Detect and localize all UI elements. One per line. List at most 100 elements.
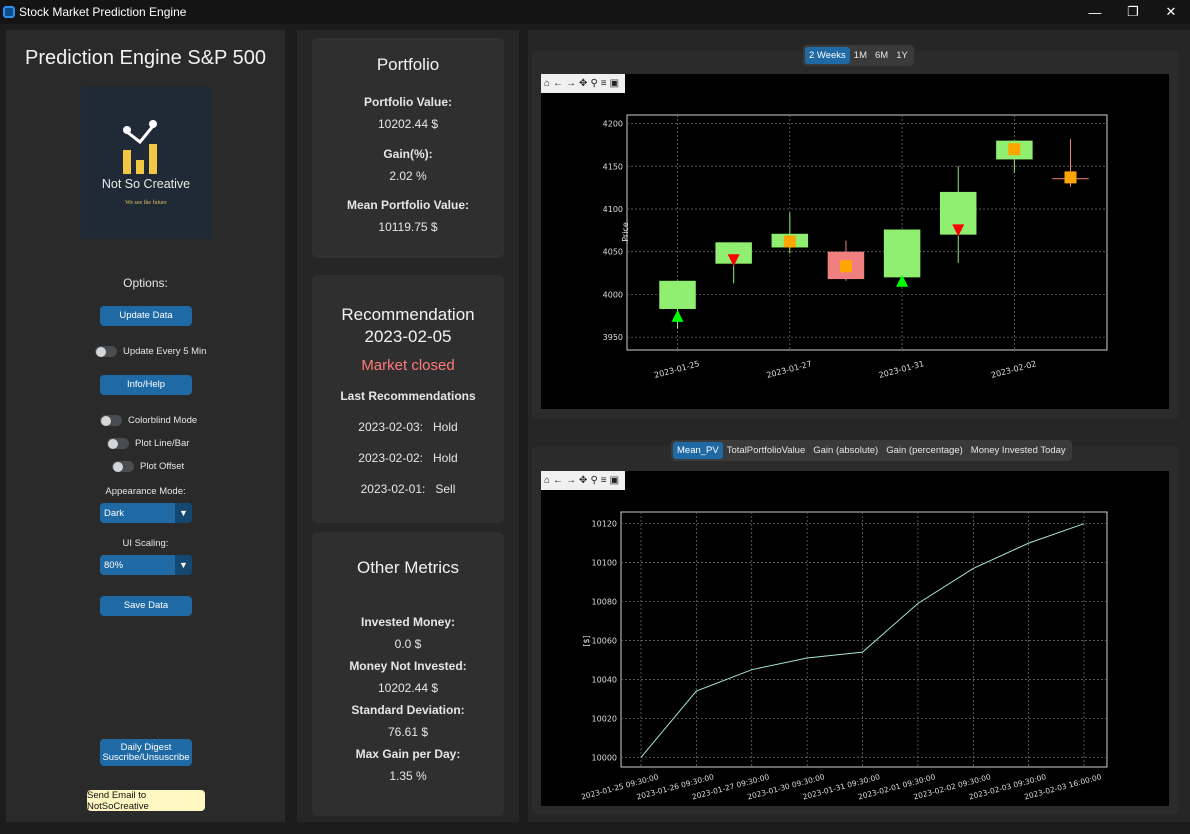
market-status: Market closed bbox=[361, 357, 455, 374]
logo-text: Not So Creative bbox=[101, 177, 191, 191]
ui-scaling-select[interactable]: 80% ▼ bbox=[100, 555, 192, 575]
mean-portfolio-value: 10119.75 $ bbox=[378, 220, 438, 234]
plot-offset-toggle[interactable]: Plot Offset bbox=[112, 461, 184, 472]
plot-line-bar-label: Plot Line/Bar bbox=[135, 438, 190, 449]
daily-digest-button[interactable]: Daily Digest Suscribe/Unsuscribe bbox=[100, 739, 192, 766]
candlestick-chart: 3950 4000 4050 4100 4150 4200 2023-01-25 2023-0… bbox=[603, 114, 1108, 380]
forward-icon[interactable]: → bbox=[566, 475, 576, 486]
back-icon[interactable]: ← bbox=[553, 78, 563, 89]
money-not-invested-value: 10202.44 $ bbox=[377, 681, 439, 695]
tab-money-invested-today[interactable]: Money Invested Today bbox=[967, 442, 1070, 459]
portfolio-value: 10202.44 $ bbox=[377, 117, 439, 131]
options-label: Options: bbox=[123, 276, 168, 290]
update-every-toggle[interactable]: Update Every 5 Min bbox=[95, 346, 206, 357]
portfolio-chart-canvas[interactable]: ⌂ ← → ✥ ⚲ ≡ ▣ 10000 10020 10040 10060 10080 1… bbox=[541, 471, 1169, 806]
forward-icon[interactable]: → bbox=[566, 78, 576, 89]
x-tick-label: 2023-01-26 09:30:00 bbox=[636, 772, 715, 801]
update-data-button[interactable]: Update Data bbox=[100, 306, 192, 326]
colorblind-switch[interactable] bbox=[100, 415, 122, 426]
metric-tab-selector: Mean_PV TotalPortfolioValue Gain (absolute… bbox=[671, 440, 1072, 461]
restore-button[interactable]: ❐ bbox=[1114, 0, 1152, 24]
hold-marker bbox=[1008, 143, 1021, 156]
plot-toolbar: ⌂ ← → ✥ ⚲ ≡ ▣ bbox=[541, 74, 626, 93]
y-tick-label: 10060 bbox=[592, 636, 617, 645]
recommendation-date-item: 2023-02-03: bbox=[358, 420, 424, 434]
candle-body bbox=[827, 251, 865, 280]
y-tick-label: 4200 bbox=[603, 120, 623, 129]
plot-toolbar: ⌂ ← → ✥ ⚲ ≡ ▣ bbox=[541, 471, 626, 490]
pan-icon[interactable]: ✥ bbox=[579, 475, 587, 486]
save-data-button[interactable]: Save Data bbox=[100, 596, 192, 616]
plot-offset-switch[interactable] bbox=[112, 461, 134, 472]
colorblind-toggle[interactable]: Colorblind Mode bbox=[100, 415, 197, 426]
mean-portfolio-label: Mean Portfolio Value: bbox=[346, 198, 469, 212]
appearance-mode-select[interactable]: Dark ▼ bbox=[100, 503, 192, 523]
sell-marker bbox=[952, 224, 965, 237]
home-icon[interactable]: ⌂ bbox=[544, 78, 550, 89]
app-icon bbox=[3, 6, 15, 18]
appearance-mode-label: Appearance Mode: bbox=[105, 486, 186, 497]
chevron-down-icon[interactable]: ▼ bbox=[175, 503, 192, 523]
y-tick-label: 10120 bbox=[592, 520, 617, 529]
info-help-button[interactable]: Info/Help bbox=[100, 375, 192, 395]
update-every-switch[interactable] bbox=[95, 346, 117, 357]
x-tick-label: 2023-01-27 09:30:00 bbox=[691, 772, 770, 801]
x-tick-label: 2023-01-30 09:30:00 bbox=[746, 772, 825, 801]
last-recommendations-label: Last Recommendations bbox=[340, 389, 476, 403]
time-range-selector: 2 Weeks 1M 6M 1Y bbox=[803, 45, 914, 66]
y-tick-label: 10100 bbox=[592, 559, 617, 568]
portfolio-card: Portfolio Portfolio Value: 10202.44 $ Ga… bbox=[312, 38, 504, 258]
company-logo: Not So Creative We see the future bbox=[81, 86, 211, 239]
plot-line-bar-toggle[interactable]: Plot Line/Bar bbox=[107, 438, 189, 449]
candle-body bbox=[1052, 178, 1089, 180]
y-tick-label: 10080 bbox=[592, 598, 617, 607]
ui-scaling-label: UI Scaling: bbox=[122, 538, 169, 549]
tab-gain-percentage[interactable]: Gain (percentage) bbox=[882, 442, 967, 459]
y-tick-label: 4000 bbox=[603, 290, 623, 299]
home-icon[interactable]: ⌂ bbox=[544, 475, 550, 486]
zoom-icon[interactable]: ⚲ bbox=[590, 78, 597, 89]
tab-totalportfoliovalue[interactable]: TotalPortfolioValue bbox=[723, 442, 810, 459]
sidebar: Prediction Engine S&P 500 Not So Creativ… bbox=[6, 30, 285, 822]
portfolio-line-chart: 10000 10020 10040 10060 10080 10100 10120 2023-… bbox=[580, 511, 1108, 802]
std-deviation-label: Standard Deviation: bbox=[351, 703, 465, 717]
range-1m[interactable]: 1M bbox=[850, 47, 871, 64]
candle-body bbox=[771, 233, 809, 248]
back-icon[interactable]: ← bbox=[553, 475, 563, 486]
hold-marker bbox=[1064, 171, 1077, 184]
hold-marker bbox=[783, 235, 796, 248]
colorblind-label: Colorblind Mode bbox=[128, 415, 198, 426]
tab-mean-pv[interactable]: Mean_PV bbox=[673, 442, 723, 459]
candle-body bbox=[939, 191, 977, 235]
std-deviation-value: 76.61 $ bbox=[387, 725, 429, 739]
save-icon[interactable]: ▣ bbox=[610, 78, 619, 89]
chevron-down-icon[interactable]: ▼ bbox=[175, 555, 192, 575]
save-icon[interactable]: ▣ bbox=[610, 475, 619, 486]
recommendation-item: 2023-02-03: Hold bbox=[312, 420, 504, 434]
portfolio-value-label: Portfolio Value: bbox=[363, 95, 452, 109]
logo-graphic-icon bbox=[123, 120, 157, 174]
price-chart-canvas[interactable]: ⌂ ← → ✥ ⚲ ≡ ▣ 3950 4000 4050 4100 4150 4200 20… bbox=[541, 74, 1169, 409]
x-tick-label: 2023-02-03 09:30:00 bbox=[968, 772, 1047, 801]
configure-icon[interactable]: ≡ bbox=[601, 475, 607, 486]
minimize-button[interactable]: — bbox=[1076, 0, 1114, 24]
mean-pv-line bbox=[640, 523, 1085, 758]
sell-marker bbox=[727, 254, 740, 267]
app-window: Stock Market Prediction Engine — ❐ ✕ Pre… bbox=[0, 0, 1190, 834]
range-2-weeks[interactable]: 2 Weeks bbox=[805, 47, 850, 64]
configure-icon[interactable]: ≡ bbox=[601, 78, 607, 89]
x-tick-label: 2023-02-02 09:30:00 bbox=[912, 772, 991, 801]
y-axis-label: [$] bbox=[582, 635, 591, 646]
recommendation-date-item: 2023-02-01: bbox=[360, 482, 426, 496]
tab-gain-absolute[interactable]: Gain (absolute) bbox=[809, 442, 882, 459]
close-button[interactable]: ✕ bbox=[1152, 0, 1190, 24]
range-1y[interactable]: 1Y bbox=[892, 47, 912, 64]
y-tick-label: 3950 bbox=[603, 333, 623, 342]
buy-marker bbox=[896, 274, 909, 287]
pan-icon[interactable]: ✥ bbox=[579, 78, 587, 89]
range-6m[interactable]: 6M bbox=[871, 47, 892, 64]
zoom-icon[interactable]: ⚲ bbox=[590, 475, 597, 486]
candle-body bbox=[996, 140, 1033, 160]
plot-line-bar-switch[interactable] bbox=[107, 438, 129, 449]
send-email-button[interactable]: Send Email to NotSoCreative bbox=[87, 790, 205, 812]
